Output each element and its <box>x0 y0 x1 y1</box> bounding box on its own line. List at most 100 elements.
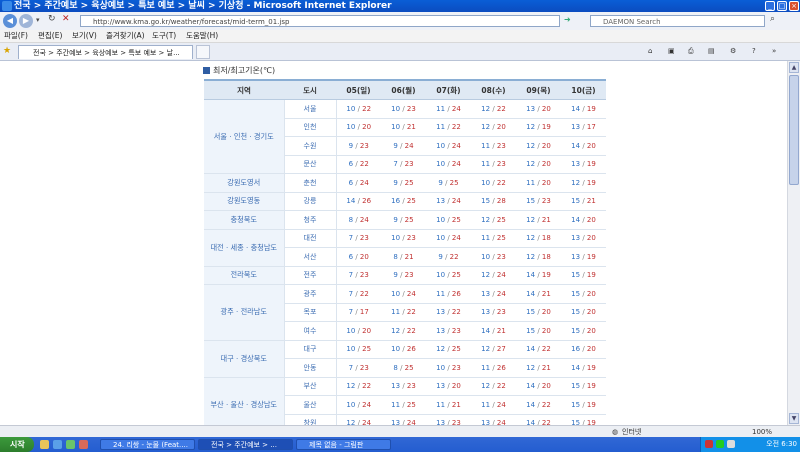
max-temp: 21 <box>451 400 461 409</box>
quicklaunch-folder-icon[interactable] <box>40 440 49 449</box>
scroll-up-arrow-icon[interactable]: ▲ <box>789 62 799 73</box>
temp-separator: / <box>535 178 542 187</box>
region-cell: 강원도영동 <box>204 192 285 211</box>
temp-separator: / <box>490 215 497 224</box>
dropdown-arrow-icon[interactable]: ▾ <box>36 16 40 24</box>
temp-separator: / <box>353 289 360 298</box>
min-temp: 13 <box>436 308 446 317</box>
city-cell[interactable]: 문산 <box>284 155 337 174</box>
temp-separator: / <box>490 382 497 391</box>
menu-view[interactable]: 보기(V) <box>72 30 97 42</box>
max-temp: 22 <box>496 178 506 187</box>
max-temp: 26 <box>451 289 461 298</box>
city-cell[interactable]: 서산 <box>284 247 337 267</box>
min-temp: 13 <box>571 123 581 132</box>
scroll-thumb[interactable] <box>789 75 799 185</box>
go-icon[interactable]: ➜ <box>564 15 571 24</box>
city-cell[interactable]: 광주 <box>284 284 337 304</box>
menu-tools[interactable]: 도구(T) <box>152 30 176 42</box>
tray-volume-icon[interactable] <box>727 440 735 448</box>
minimize-button[interactable]: _ <box>765 1 775 11</box>
menu-file[interactable]: 파일(F) <box>4 30 28 42</box>
city-cell[interactable]: 목포 <box>284 303 337 322</box>
city-cell[interactable]: 서울 <box>284 99 337 119</box>
city-cell[interactable]: 수원 <box>284 136 337 156</box>
tab-current[interactable]: 전국 > 주간예보 > 육상예보 > 특보 예보 > 날... <box>18 45 193 59</box>
city-cell[interactable]: 춘천 <box>284 173 337 193</box>
quicklaunch-ie-icon[interactable] <box>53 440 62 449</box>
table-row: 서울 · 인천 · 경기도 서울 10 / 22 10 / 23 11 / 24 12 /… <box>204 99 606 174</box>
city-cell[interactable]: 대전 <box>284 229 337 248</box>
max-temp: 23 <box>404 271 414 280</box>
min-temp: 10 <box>391 289 401 298</box>
forward-arrow-icon[interactable]: ▶ <box>19 14 33 28</box>
tray-network-icon[interactable] <box>716 440 724 448</box>
maximize-button[interactable]: □ <box>777 1 787 11</box>
temp-separator: / <box>445 123 452 132</box>
city-cell[interactable]: 청주 <box>284 210 337 230</box>
city-cell[interactable]: 부산 <box>284 377 337 396</box>
quicklaunch-app-icon[interactable] <box>66 440 75 449</box>
min-temp: 14 <box>526 345 536 354</box>
page-icon[interactable]: ▤ <box>708 46 715 57</box>
city-cell[interactable]: 인천 <box>284 118 337 137</box>
search-input[interactable]: DAEMON Search <box>590 15 765 27</box>
temp-cell: 12 / 24 <box>471 266 516 285</box>
new-tab-button[interactable] <box>196 45 210 59</box>
city-cell[interactable]: 여수 <box>284 321 337 341</box>
close-button[interactable]: × <box>789 1 799 11</box>
taskbar-item-music[interactable]: 24. 리쌍 - 눈물 (Feat.... <box>100 439 195 450</box>
max-temp: 23 <box>496 308 506 317</box>
print-icon[interactable]: ⎙ <box>688 46 694 57</box>
stop-icon[interactable]: ✕ <box>62 14 70 24</box>
feeds-icon[interactable]: ▣ <box>668 46 675 57</box>
address-field[interactable]: http://www.kma.go.kr/weather/forecast/mi… <box>80 15 560 27</box>
max-temp: 25 <box>496 215 506 224</box>
min-temp: 10 <box>391 234 401 243</box>
max-temp: 24 <box>451 141 461 150</box>
city-cell[interactable]: 강릉 <box>284 192 337 211</box>
min-temp: 14 <box>571 363 581 372</box>
taskbar-item-browser[interactable]: 전국 > 주간예보 > ... <box>198 439 293 450</box>
min-temp: 16 <box>571 345 581 354</box>
temp-separator: / <box>535 289 542 298</box>
more-icon[interactable]: » <box>772 46 776 57</box>
min-temp: 10 <box>481 252 491 261</box>
favorites-star-icon[interactable]: ★ <box>3 46 11 56</box>
max-temp: 22 <box>451 123 461 132</box>
back-arrow-icon[interactable]: ◀ <box>3 14 17 28</box>
max-temp: 23 <box>496 252 506 261</box>
search-icon[interactable]: ⌕ <box>770 14 775 24</box>
home-icon[interactable]: ⌂ <box>648 46 652 57</box>
temp-separator: / <box>580 363 587 372</box>
menu-favorites[interactable]: 즐겨찾기(A) <box>106 30 145 42</box>
city-cell[interactable]: 울산 <box>284 395 337 415</box>
city-cell[interactable]: 전주 <box>284 266 337 285</box>
temp-cell: 10 / 23 <box>426 358 471 378</box>
temp-cell: 15 / 19 <box>561 266 606 285</box>
taskbar-item-paint[interactable]: 제목 없음 - 그림판 <box>296 439 391 450</box>
refresh-icon[interactable]: ↻ <box>48 14 56 24</box>
temp-cell: 11 / 23 <box>471 136 516 156</box>
tools-icon[interactable]: ⚙ <box>730 46 736 57</box>
max-temp: 21 <box>406 123 416 132</box>
menu-help[interactable]: 도움말(H) <box>186 30 218 42</box>
window-title-bar[interactable]: 전국 > 주간예보 > 육상예보 > 특보 예보 > 날씨 > 기상청 - Mi… <box>0 0 800 12</box>
vertical-scrollbar[interactable]: ▲ ▼ <box>787 61 800 425</box>
scroll-down-arrow-icon[interactable]: ▼ <box>789 413 799 424</box>
min-temp: 12 <box>526 363 536 372</box>
menu-edit[interactable]: 편집(E) <box>38 30 62 42</box>
city-cell[interactable]: 창원 <box>284 414 337 425</box>
quicklaunch-media-icon[interactable] <box>79 440 88 449</box>
city-cell[interactable]: 안동 <box>284 358 337 378</box>
temp-cell: 16 / 25 <box>381 192 426 211</box>
start-button[interactable]: 시작 <box>0 437 34 452</box>
tray-app-icon[interactable] <box>705 440 713 448</box>
city-cell[interactable]: 대구 <box>284 340 337 359</box>
temp-separator: / <box>490 178 497 187</box>
help-icon[interactable]: ? <box>752 46 756 57</box>
temp-separator: / <box>490 160 497 169</box>
temp-separator: / <box>445 197 452 206</box>
temp-separator: / <box>580 123 587 132</box>
min-temp: 10 <box>346 104 356 113</box>
